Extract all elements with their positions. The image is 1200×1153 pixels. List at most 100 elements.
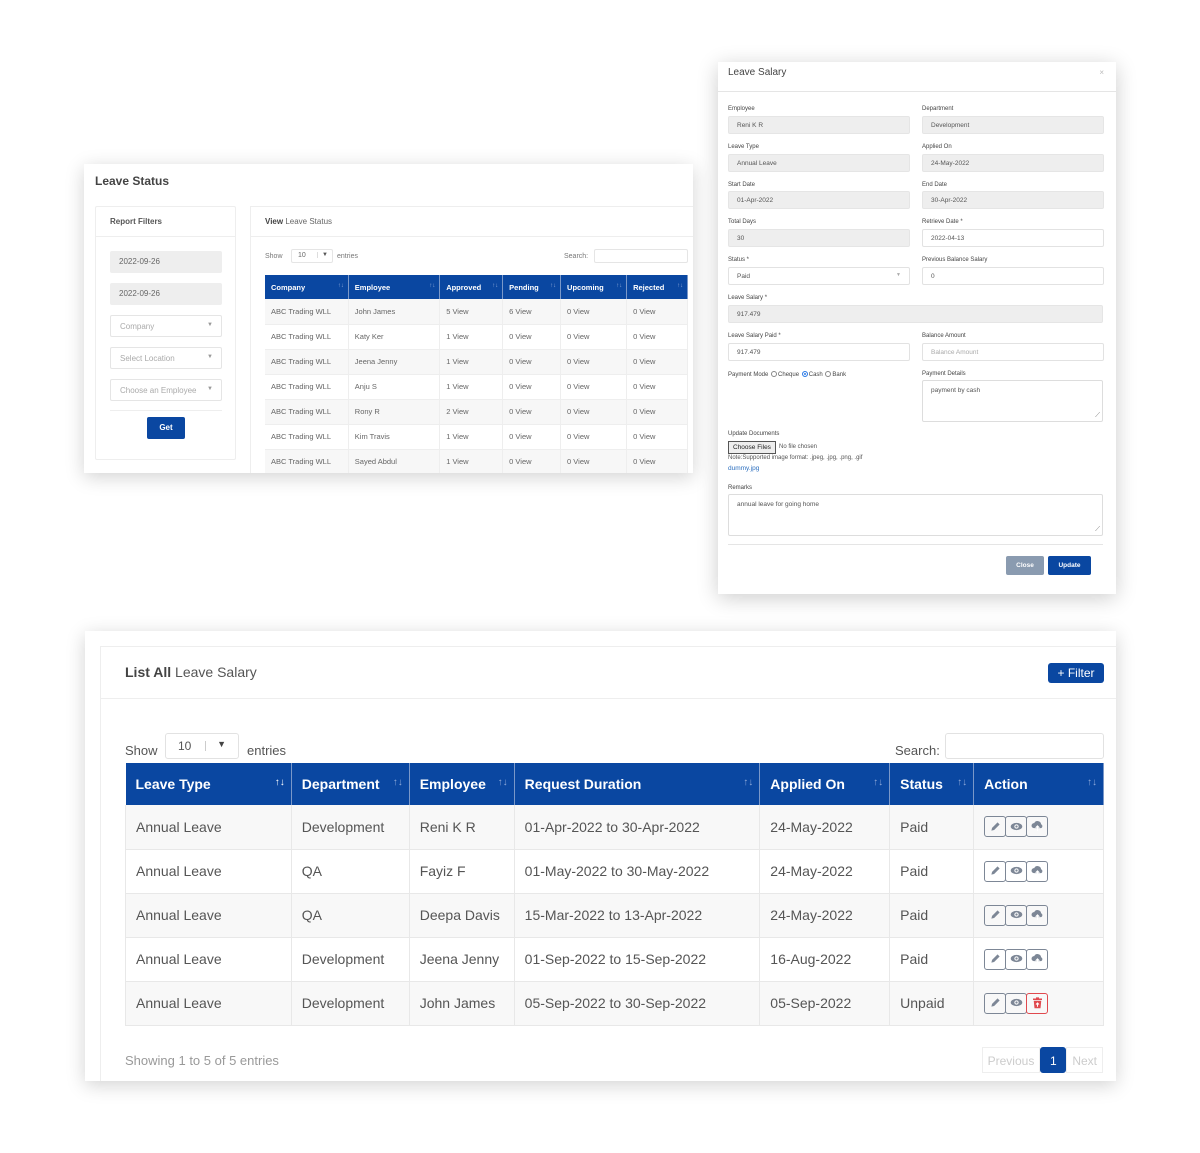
location-select[interactable]: Select Location ▼ — [110, 347, 222, 369]
bank-radio[interactable] — [825, 371, 832, 377]
resize-grip-icon[interactable]: ⟋ — [1095, 526, 1100, 534]
sort-icon[interactable]: ↑↓ — [498, 777, 508, 788]
view-button[interactable] — [1005, 992, 1028, 1014]
sort-icon[interactable]: ↑↓ — [492, 283, 498, 289]
cheque-radio[interactable] — [771, 371, 778, 377]
edit-button[interactable] — [984, 860, 1007, 882]
column-header[interactable]: Request Duration ↑↓ — [514, 763, 761, 805]
status-select[interactable]: Paid ▼ — [728, 267, 910, 285]
column-header[interactable]: Upcoming ↑↓ — [560, 275, 628, 299]
view-link[interactable]: 0 View — [502, 424, 562, 450]
edit-button[interactable] — [984, 904, 1007, 926]
view-link[interactable]: 0 View — [560, 299, 628, 325]
upload-button[interactable] — [1026, 948, 1049, 970]
sort-icon[interactable]: ↑↓ — [393, 777, 403, 788]
previous-balance-input[interactable]: 0 — [922, 267, 1104, 285]
remarks-textarea[interactable]: annual leave for going home ⟋ — [728, 494, 1103, 536]
view-link[interactable]: 1 View — [439, 449, 504, 473]
view-link[interactable]: 2 View — [439, 399, 504, 425]
view-link[interactable]: 5 View — [439, 299, 504, 325]
view-link[interactable]: 1 View — [439, 324, 504, 350]
view-link[interactable]: 1 View — [439, 424, 504, 450]
column-header[interactable]: Approved ↑↓ — [439, 275, 504, 299]
column-header[interactable]: Rejected ↑↓ — [626, 275, 688, 299]
search-input[interactable] — [945, 733, 1104, 759]
upload-button[interactable] — [1026, 904, 1049, 926]
to-date-input[interactable]: 2022-09-26 — [110, 283, 222, 305]
view-link[interactable]: 0 View — [560, 349, 628, 375]
sort-icon[interactable]: ↑↓ — [429, 283, 435, 289]
edit-button[interactable] — [984, 992, 1007, 1014]
resize-grip-icon[interactable]: ⟋ — [1095, 412, 1100, 420]
column-header[interactable]: Pending ↑↓ — [502, 275, 562, 299]
leave-salary-paid-input[interactable]: 917.479 — [728, 343, 910, 361]
attached-file-link[interactable]: dummy.jpg — [728, 465, 759, 472]
close-button[interactable]: Close — [1006, 556, 1044, 575]
view-link[interactable]: 0 View — [626, 374, 688, 400]
view-link[interactable]: 1 View — [439, 349, 504, 375]
from-date-input[interactable]: 2022-09-26 — [110, 251, 222, 273]
filter-button[interactable]: + Filter — [1048, 663, 1104, 683]
view-link[interactable]: 0 View — [626, 399, 688, 425]
view-link[interactable]: 1 View — [439, 374, 504, 400]
column-header[interactable]: Department ↑↓ — [291, 763, 410, 805]
column-header[interactable]: Company ↑↓ — [265, 275, 349, 299]
sort-icon[interactable]: ↑↓ — [1087, 777, 1097, 788]
search-input[interactable] — [594, 249, 688, 263]
view-link[interactable]: 0 View — [502, 324, 562, 350]
payment-details-textarea[interactable]: payment by cash ⟋ — [922, 380, 1103, 422]
column-header[interactable]: Leave Type ↑↓ — [125, 763, 292, 805]
column-header[interactable]: Status ↑↓ — [889, 763, 975, 805]
view-link[interactable]: 0 View — [502, 374, 562, 400]
balance-amount-input[interactable]: Balance Amount — [922, 343, 1104, 361]
view-link[interactable]: 0 View — [626, 324, 688, 350]
view-link[interactable]: 0 View — [502, 349, 562, 375]
employee-select[interactable]: Choose an Employee ▼ — [110, 379, 222, 401]
close-icon[interactable]: × — [1099, 68, 1104, 77]
sort-icon[interactable]: ↑↓ — [743, 777, 753, 788]
view-link[interactable]: 0 View — [560, 449, 628, 473]
choose-files-button[interactable]: Choose Files — [728, 441, 776, 454]
view-link[interactable]: 6 View — [502, 299, 562, 325]
column-header[interactable]: Action ↑↓ — [973, 763, 1104, 805]
column-header[interactable]: Employee ↑↓ — [409, 763, 515, 805]
sort-icon[interactable]: ↑↓ — [873, 777, 883, 788]
view-link[interactable]: 0 View — [560, 324, 628, 350]
get-button[interactable]: Get — [147, 417, 185, 439]
delete-button[interactable] — [1026, 992, 1049, 1014]
upload-button[interactable] — [1026, 860, 1049, 882]
view-link[interactable]: 0 View — [560, 374, 628, 400]
view-link[interactable]: 0 View — [502, 399, 562, 425]
update-button[interactable]: Update — [1048, 556, 1091, 575]
view-button[interactable] — [1005, 948, 1028, 970]
sort-icon[interactable]: ↑↓ — [550, 283, 556, 289]
view-button[interactable] — [1005, 816, 1028, 838]
view-link[interactable]: 0 View — [626, 299, 688, 325]
sort-icon[interactable]: ↑↓ — [338, 283, 344, 289]
page-size-select[interactable]: 10 ▼ — [165, 733, 239, 759]
sort-icon[interactable]: ↑↓ — [275, 777, 285, 788]
view-button[interactable] — [1005, 904, 1028, 926]
retrieve-date-input[interactable]: 2022-04-13 — [922, 229, 1104, 247]
sort-icon[interactable]: ↑↓ — [616, 283, 622, 289]
next-button[interactable]: Next — [1066, 1047, 1103, 1073]
view-link[interactable]: 0 View — [560, 424, 628, 450]
company-select[interactable]: Company ▼ — [110, 315, 222, 337]
edit-button[interactable] — [984, 948, 1007, 970]
edit-button[interactable] — [984, 816, 1007, 838]
sort-icon[interactable]: ↑↓ — [677, 283, 683, 289]
cash-radio[interactable] — [801, 371, 808, 377]
view-button[interactable] — [1005, 860, 1028, 882]
column-header[interactable]: Applied On ↑↓ — [759, 763, 891, 805]
view-link[interactable]: 0 View — [626, 449, 688, 473]
page-1-button[interactable]: 1 — [1040, 1047, 1067, 1073]
column-header[interactable]: Employee ↑↓ — [348, 275, 441, 299]
view-link[interactable]: 0 View — [560, 399, 628, 425]
page-size-select[interactable]: 10 ▼ — [291, 249, 333, 263]
previous-button[interactable]: Previous — [981, 1047, 1041, 1073]
view-link[interactable]: 0 View — [502, 449, 562, 473]
view-link[interactable]: 0 View — [626, 424, 688, 450]
view-link[interactable]: 0 View — [626, 349, 688, 375]
sort-icon[interactable]: ↑↓ — [957, 777, 967, 788]
upload-button[interactable] — [1026, 816, 1049, 838]
